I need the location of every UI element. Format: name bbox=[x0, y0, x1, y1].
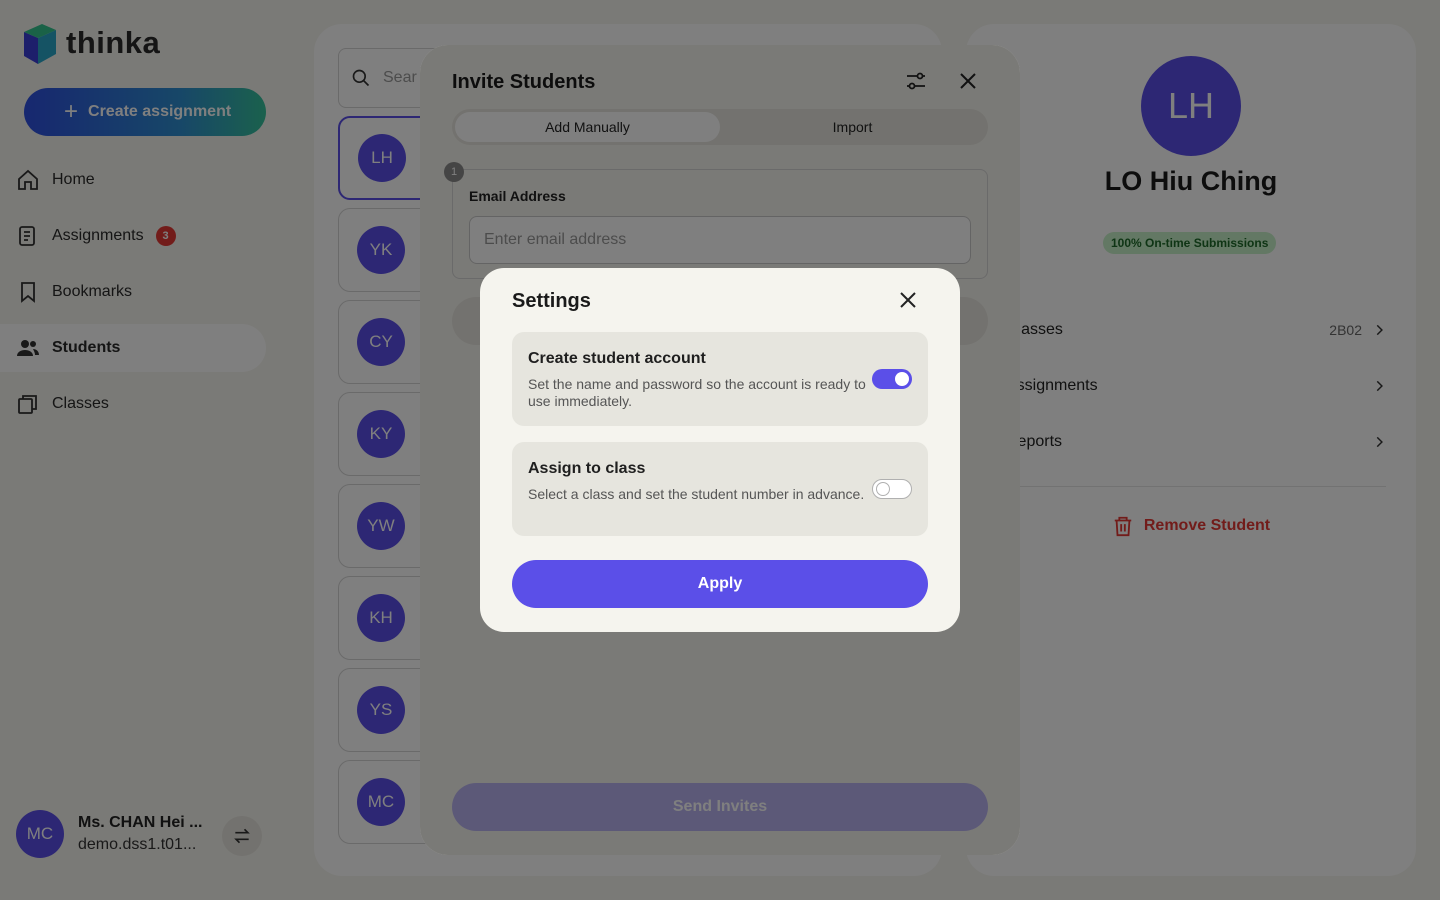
settings-dialog: Settings Create student account Set the … bbox=[480, 268, 960, 632]
create-account-toggle[interactable] bbox=[872, 369, 912, 389]
apply-button[interactable]: Apply bbox=[512, 560, 928, 608]
option-assign-class: Assign to class Select a class and set t… bbox=[512, 442, 928, 536]
option-description: Set the name and password so the account… bbox=[528, 376, 866, 409]
toggle-knob bbox=[895, 372, 909, 386]
option-title: Assign to class bbox=[528, 460, 646, 477]
close-icon[interactable] bbox=[896, 288, 920, 312]
dialog-title: Settings bbox=[512, 290, 591, 312]
assign-class-toggle[interactable] bbox=[872, 479, 912, 499]
option-description: Select a class and set the student numbe… bbox=[528, 486, 865, 502]
option-title: Create student account bbox=[528, 350, 706, 367]
option-create-account: Create student account Set the name and … bbox=[512, 332, 928, 426]
toggle-knob bbox=[876, 481, 890, 496]
